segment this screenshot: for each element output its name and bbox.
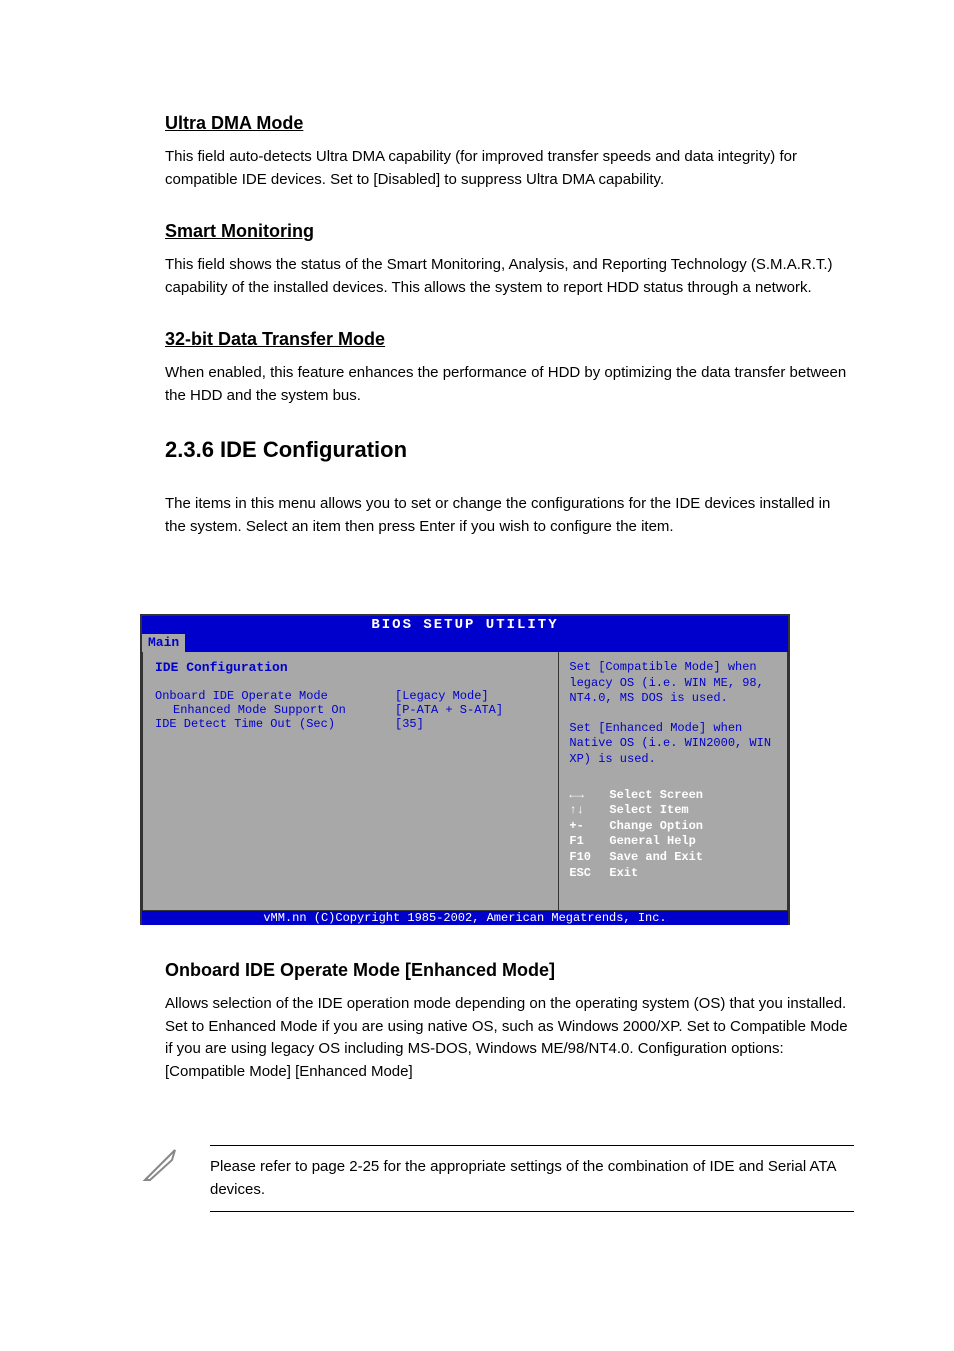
bios-nav-save: F10 Save and Exit — [569, 850, 777, 866]
bios-nav-select-screen: ←→ Select Screen — [569, 788, 777, 804]
bios-row-value: [35] — [395, 717, 546, 731]
ide-config-description: The items in this menu allows you to set… — [165, 493, 854, 538]
smart-text: This field shows the status of the Smart… — [165, 254, 854, 299]
nav-key-plusminus: +- — [569, 819, 609, 835]
bios-window: BIOS SETUP UTILITY Main IDE Configuratio… — [140, 614, 790, 925]
bios-right-panel: Set [Compatible Mode] when legacy OS (i.… — [559, 652, 788, 911]
bits32-heading: 32-bit Data Transfer Mode — [165, 329, 954, 350]
bios-row-label: IDE Detect Time Out (Sec) — [155, 717, 395, 731]
below-heading: Onboard IDE Operate Mode [Enhanced Mode] — [165, 960, 854, 981]
bios-menu-tab-main[interactable]: Main — [142, 634, 185, 652]
smart-heading: Smart Monitoring — [165, 221, 954, 242]
bios-row-label: Enhanced Mode Support On — [155, 703, 395, 717]
bios-nav-section: ←→ Select Screen ↑↓ Select Item +- Chang… — [569, 788, 777, 882]
below-text: Allows selection of the IDE operation mo… — [165, 993, 854, 1083]
bios-footer: vMM.nn (C)Copyright 1985-2002, American … — [142, 911, 788, 925]
bios-nav-select-item: ↑↓ Select Item — [569, 803, 777, 819]
bios-config-header: IDE Configuration — [155, 660, 546, 675]
nav-key-esc: ESC — [569, 866, 609, 882]
nav-label: Exit — [609, 866, 638, 882]
bios-row-detect-timeout[interactable]: IDE Detect Time Out (Sec) [35] — [155, 717, 546, 731]
nav-key-f1: F1 — [569, 834, 609, 850]
bios-help-p2: Set [Enhanced Mode] when Native OS (i.e.… — [569, 721, 777, 768]
bios-row-enhanced-mode[interactable]: Enhanced Mode Support On [P-ATA + S-ATA] — [155, 703, 546, 717]
bios-menu-bar: Main — [142, 634, 788, 652]
nav-label: Change Option — [609, 819, 703, 835]
bios-title: BIOS SETUP UTILITY — [142, 616, 788, 634]
bios-row-value: [Legacy Mode] — [395, 689, 546, 703]
bios-nav-exit: ESC Exit — [569, 866, 777, 882]
bios-nav-change-option: +- Change Option — [569, 819, 777, 835]
nav-label: Select Item — [609, 803, 688, 819]
nav-label: Select Screen — [609, 788, 703, 804]
nav-key-f10: F10 — [569, 850, 609, 866]
bios-row-label: Onboard IDE Operate Mode — [155, 689, 395, 703]
nav-key-arrows-ud: ↑↓ — [569, 803, 609, 819]
bios-left-panel: IDE Configuration Onboard IDE Operate Mo… — [142, 652, 559, 911]
ide-config-header: 2.3.6 IDE Configuration — [165, 437, 954, 463]
note-section: Please refer to page 2-25 for the approp… — [140, 1145, 854, 1212]
bios-row-operate-mode[interactable]: Onboard IDE Operate Mode [Legacy Mode] — [155, 689, 546, 703]
nav-label: Save and Exit — [609, 850, 703, 866]
ultra-dma-text: This field auto-detects Ultra DMA capabi… — [165, 146, 854, 191]
note-icon — [140, 1145, 180, 1185]
bios-row-value: [P-ATA + S-ATA] — [395, 703, 546, 717]
ultra-dma-heading: Ultra DMA Mode — [165, 113, 954, 134]
bits32-text: When enabled, this feature enhances the … — [165, 362, 854, 407]
nav-key-arrows-lr: ←→ — [569, 788, 609, 804]
note-text: Please refer to page 2-25 for the approp… — [210, 1145, 854, 1212]
bios-nav-help: F1 General Help — [569, 834, 777, 850]
bios-help-p1: Set [Compatible Mode] when legacy OS (i.… — [569, 660, 777, 707]
nav-label: General Help — [609, 834, 695, 850]
